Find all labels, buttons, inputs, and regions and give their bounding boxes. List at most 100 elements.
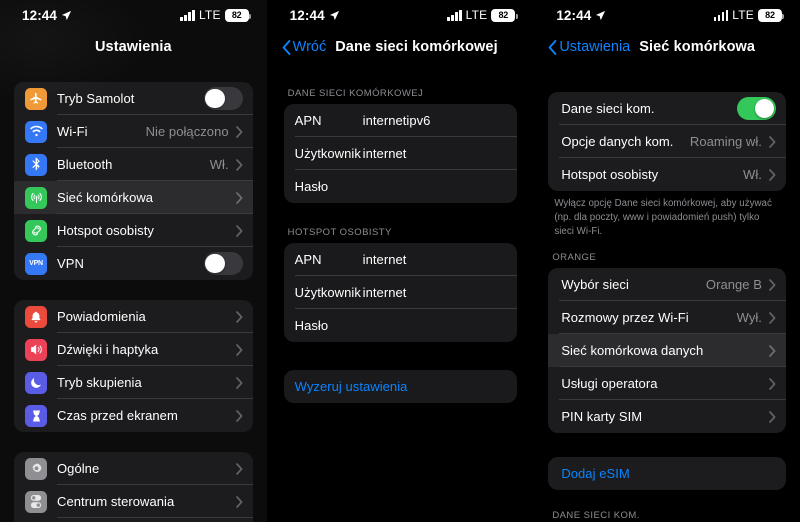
vpn-icon: VPN: [25, 252, 47, 275]
status-time: 12:44: [22, 7, 58, 23]
battery-icon: 82: [224, 8, 251, 22]
vpn-toggle[interactable]: [203, 252, 243, 275]
nav-inline-panel2: Wróć Dane sieci komórkowej: [280, 39, 498, 55]
status-bar-right: LTE 82: [180, 8, 251, 22]
row-value: Wył.: [736, 310, 762, 326]
three-panel-screenshot: 12:44 LTE 82 Ustawienia Tryb Samolot Wi-…: [0, 0, 800, 522]
sidebar-item-screen-time[interactable]: Czas przed ekranem: [14, 399, 253, 432]
battery-icon: 82: [491, 8, 518, 22]
wifi-icon: [25, 120, 47, 143]
sidebar-item-control-center[interactable]: Centrum sterowania: [14, 485, 253, 518]
field-row-hotspot-apn[interactable]: APN internet: [284, 243, 518, 276]
row-cellular-data-network[interactable]: Sieć komórkowa danych: [548, 334, 786, 368]
page-title-cellular-network: Sieć komórkowa: [639, 39, 756, 55]
cellular-data-toggle[interactable]: [736, 97, 776, 120]
sidebar-item-bluetooth[interactable]: Bluetooth Wł.: [14, 148, 253, 181]
section-header-orange: ORANGE: [552, 252, 597, 264]
chevron-right-icon: [235, 462, 243, 475]
sidebar-item-cellular[interactable]: Sieć komórkowa: [14, 181, 253, 214]
nav-bar-panel1: Ustawienia: [0, 30, 267, 64]
row-label: PIN karty SIM: [561, 409, 643, 425]
chevron-right-icon: [769, 377, 776, 390]
field-value[interactable]: internet: [363, 146, 407, 161]
battery-percent-label: 82: [231, 10, 242, 20]
panel1-content: Tryb Samolot Wi-Fi Nie połączono Bluetoo…: [0, 82, 267, 522]
status-bar-right: LTE 82: [713, 8, 785, 22]
sidebar-item-general[interactable]: Ogólne: [14, 452, 253, 485]
field-value[interactable]: internet: [363, 252, 407, 267]
control-center-icon: [25, 490, 47, 513]
add-esim-card: Dodaj eSIM: [548, 457, 786, 491]
network-type-label: LTE: [732, 8, 754, 22]
row-value: Wł.: [743, 167, 762, 182]
row-label: Czas przed ekranem: [57, 408, 178, 423]
chevron-right-icon: [235, 191, 243, 204]
nav-center-panel1: Ustawienia: [0, 38, 267, 56]
airplane-mode-toggle[interactable]: [203, 87, 243, 110]
chevron-right-icon: [769, 344, 776, 357]
sidebar-item-airplane-mode[interactable]: Tryb Samolot: [14, 82, 253, 115]
sidebar-item-sounds-haptics[interactable]: Dźwięki i haptyka: [14, 333, 253, 366]
sidebar-item-display-brightness[interactable]: AA Ekran i jasność: [14, 518, 253, 522]
bluetooth-icon: [25, 153, 47, 176]
row-carrier-services[interactable]: Usługi operatora: [548, 367, 786, 401]
field-row-password[interactable]: Hasło: [284, 170, 518, 203]
sidebar-item-wifi[interactable]: Wi-Fi Nie połączono: [14, 115, 253, 148]
row-value: Nie połączono: [145, 124, 229, 139]
field-row-hotspot-password[interactable]: Hasło: [284, 309, 518, 342]
location-arrow-icon: [61, 10, 72, 20]
row-label: Hotspot osobisty: [561, 167, 659, 182]
row-label: Tryb Samolot: [57, 91, 135, 106]
bell-icon: [25, 305, 47, 328]
field-label: APN: [294, 113, 322, 128]
row-wifi-calling[interactable]: Rozmowy przez Wi-Fi Wył.: [548, 301, 786, 335]
back-button-panel2[interactable]: Wróć: [282, 39, 327, 55]
gear-icon: [25, 457, 47, 480]
location-arrow-icon: [329, 10, 339, 20]
panel-cellular-data-settings: 12:44 LTE 82 Wróć Dane sieci komórkowej …: [266, 0, 534, 522]
chevron-right-icon: [769, 135, 776, 148]
field-value[interactable]: internetipv6: [363, 113, 431, 128]
battery-percent-label: 82: [498, 10, 509, 20]
row-network-selection[interactable]: Wybór sieci Orange B: [548, 268, 786, 302]
chevron-right-icon: [235, 495, 243, 508]
row-cellular-data-options[interactable]: Opcje danych kom. Roaming wł.: [548, 125, 786, 158]
row-sim-pin[interactable]: PIN karty SIM: [548, 400, 786, 433]
status-bar-panel2: 12:44 LTE 82: [268, 0, 534, 30]
chevron-right-icon: [235, 125, 243, 138]
panel-cellular-network: 12:44 LTE 82 Ustawienia Sieć komórkowa D…: [533, 0, 800, 522]
field-row-hotspot-username[interactable]: Użytkownik internet: [284, 276, 518, 309]
chevron-right-icon: [769, 410, 776, 423]
nav-bar-panel2: Wróć Dane sieci komórkowej: [268, 30, 534, 64]
back-button-panel3[interactable]: Ustawienia: [548, 39, 630, 55]
sidebar-item-focus[interactable]: Tryb skupienia: [14, 366, 253, 399]
row-label: Ogólne: [57, 461, 100, 476]
panel2-content: DANE SIECI KOMÓRKOWEJ APN internetipv6 U…: [268, 88, 534, 403]
signal-bars-icon: [447, 9, 462, 21]
field-value[interactable]: internet: [363, 285, 407, 300]
reset-settings-button[interactable]: Wyzeruj ustawienia: [284, 370, 518, 403]
field-label: Użytkownik: [294, 146, 361, 161]
row-label: Sieć komórkowa danych: [561, 343, 704, 359]
cellular-main-card: Dane sieci kom. Opcje danych kom. Roamin…: [548, 92, 786, 191]
field-row-apn[interactable]: APN internetipv6: [284, 104, 518, 137]
location-arrow-icon: [596, 10, 606, 20]
add-esim-button[interactable]: Dodaj eSIM: [548, 457, 786, 490]
back-button-label: Wróć: [292, 39, 327, 55]
section-header-personal-hotspot: HOTSPOT OSOBISTY: [287, 227, 392, 238]
status-bar-left: 12:44: [556, 8, 606, 23]
panel-settings-main: 12:44 LTE 82 Ustawienia Tryb Samolot Wi-…: [0, 0, 267, 522]
sidebar-item-vpn[interactable]: VPN VPN: [14, 247, 253, 280]
sidebar-item-notifications[interactable]: Powiadomienia: [14, 300, 253, 333]
cellular-icon: [25, 186, 47, 209]
row-label: Powiadomienia: [57, 309, 146, 324]
row-label: Dźwięki i haptyka: [57, 342, 159, 357]
row-label: Opcje danych kom.: [561, 134, 674, 149]
chevron-right-icon: [235, 310, 243, 323]
row-label: Usługi operatora: [561, 376, 658, 392]
sidebar-item-personal-hotspot[interactable]: Hotspot osobisty: [14, 214, 253, 247]
row-personal-hotspot[interactable]: Hotspot osobisty Wł.: [548, 158, 786, 191]
field-row-username[interactable]: Użytkownik internet: [284, 137, 518, 170]
row-cellular-data-toggle[interactable]: Dane sieci kom.: [548, 92, 786, 125]
row-label: Hotspot osobisty: [57, 223, 154, 238]
